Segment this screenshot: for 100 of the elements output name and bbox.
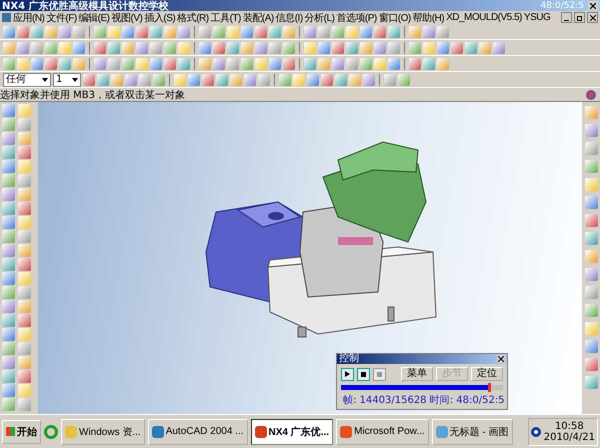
tool-icon[interactable] (2, 398, 15, 411)
tool-icon[interactable] (2, 146, 15, 159)
browser-icon[interactable] (44, 424, 58, 438)
tool-icon[interactable] (346, 42, 358, 54)
tool-icon[interactable] (2, 356, 15, 369)
tool-icon[interactable] (584, 376, 598, 389)
tool-icon[interactable] (318, 42, 330, 54)
taskbar-button[interactable]: Microsoft Pow... (336, 418, 429, 444)
tool-icon[interactable] (269, 58, 281, 70)
tool-icon[interactable] (241, 42, 253, 54)
tool-icon[interactable] (111, 74, 123, 86)
tool-icon[interactable] (437, 58, 449, 70)
tool-icon[interactable] (94, 42, 106, 54)
tool-icon[interactable] (227, 26, 239, 38)
tool-icon[interactable] (2, 230, 15, 243)
tool-icon[interactable] (293, 74, 305, 86)
tool-icon[interactable] (409, 26, 421, 38)
tool-icon[interactable] (437, 42, 449, 54)
tool-icon[interactable] (360, 58, 372, 70)
tool-icon[interactable] (178, 58, 190, 70)
tool-icon[interactable] (269, 26, 281, 38)
tool-icon[interactable] (318, 58, 330, 70)
tool-icon[interactable] (122, 26, 134, 38)
menu-item[interactable]: 应用(N) (13, 10, 44, 24)
taskbar-button[interactable]: 无标题 - 画图 (432, 418, 513, 444)
tool-icon[interactable] (18, 146, 31, 159)
tool-icon[interactable] (164, 26, 176, 38)
tool-icon[interactable] (202, 74, 214, 86)
tool-icon[interactable] (174, 74, 186, 86)
play-button[interactable] (341, 368, 354, 380)
dialog-button[interactable]: 定位 (471, 367, 503, 381)
tool-icon[interactable] (227, 58, 239, 70)
tool-icon[interactable] (17, 42, 29, 54)
tool-icon[interactable] (584, 304, 598, 317)
tool-icon[interactable] (307, 74, 319, 86)
tool-icon[interactable] (45, 42, 57, 54)
menu-item[interactable]: 格式(R) (177, 10, 209, 24)
tool-icon[interactable] (318, 26, 330, 38)
tool-icon[interactable] (374, 26, 386, 38)
tool-icon[interactable] (584, 232, 598, 245)
tool-icon[interactable] (2, 286, 15, 299)
tool-icon[interactable] (388, 58, 400, 70)
tool-icon[interactable] (18, 258, 31, 271)
tool-icon[interactable] (2, 244, 15, 257)
tool-icon[interactable] (584, 250, 598, 263)
dialog-button[interactable]: 菜单 (401, 367, 433, 381)
tool-icon[interactable] (584, 214, 598, 227)
tool-icon[interactable] (150, 26, 162, 38)
tool-icon[interactable] (2, 384, 15, 397)
taskbar-button[interactable]: AutoCAD 2004 ... (148, 418, 248, 444)
tool-icon[interactable] (332, 26, 344, 38)
menu-item[interactable]: 编辑(E) (78, 10, 110, 24)
tool-icon[interactable] (283, 26, 295, 38)
tool-icon[interactable] (31, 58, 43, 70)
menu-item[interactable]: 首选项(P) (336, 10, 377, 24)
tool-icon[interactable] (18, 356, 31, 369)
tool-icon[interactable] (213, 26, 225, 38)
tool-icon[interactable] (73, 42, 85, 54)
tool-icon[interactable] (584, 196, 598, 209)
tool-icon[interactable] (199, 26, 211, 38)
tool-icon[interactable] (108, 42, 120, 54)
tool-icon[interactable] (18, 370, 31, 383)
menu-item[interactable]: XD_MOULD(V5.5) (446, 12, 522, 23)
tool-icon[interactable] (94, 26, 106, 38)
tool-icon[interactable] (108, 58, 120, 70)
tool-icon[interactable] (584, 178, 598, 191)
tool-icon[interactable] (388, 42, 400, 54)
tool-icon[interactable] (279, 74, 291, 86)
tool-icon[interactable] (18, 272, 31, 285)
tool-icon[interactable] (139, 74, 151, 86)
tool-icon[interactable] (374, 42, 386, 54)
tool-icon[interactable] (374, 58, 386, 70)
tool-icon[interactable] (283, 42, 295, 54)
tool-icon[interactable] (2, 328, 15, 341)
tool-icon[interactable] (3, 26, 15, 38)
tool-icon[interactable] (244, 74, 256, 86)
tool-icon[interactable] (398, 74, 410, 86)
tool-icon[interactable] (2, 118, 15, 131)
tool-icon[interactable] (584, 322, 598, 335)
tool-icon[interactable] (216, 74, 228, 86)
menu-item[interactable]: 信息(I) (276, 10, 303, 24)
tool-icon[interactable] (2, 300, 15, 313)
tool-icon[interactable] (18, 286, 31, 299)
tool-icon[interactable] (332, 58, 344, 70)
tool-icon[interactable] (349, 74, 361, 86)
tool-icon[interactable] (164, 58, 176, 70)
layer-dropdown[interactable]: 1 (53, 72, 81, 86)
tool-icon[interactable] (18, 384, 31, 397)
selection-filter-dropdown[interactable]: 任何 (3, 72, 51, 86)
tool-icon[interactable] (18, 174, 31, 187)
tool-icon[interactable] (125, 74, 137, 86)
tool-icon[interactable] (360, 42, 372, 54)
tool-icon[interactable] (18, 132, 31, 145)
tool-icon[interactable] (2, 272, 15, 285)
tool-icon[interactable] (122, 42, 134, 54)
tool-icon[interactable] (213, 42, 225, 54)
tool-icon[interactable] (388, 26, 400, 38)
tool-icon[interactable] (335, 74, 347, 86)
menu-item[interactable]: 工具(T) (210, 10, 241, 24)
restore-button[interactable] (574, 12, 585, 23)
